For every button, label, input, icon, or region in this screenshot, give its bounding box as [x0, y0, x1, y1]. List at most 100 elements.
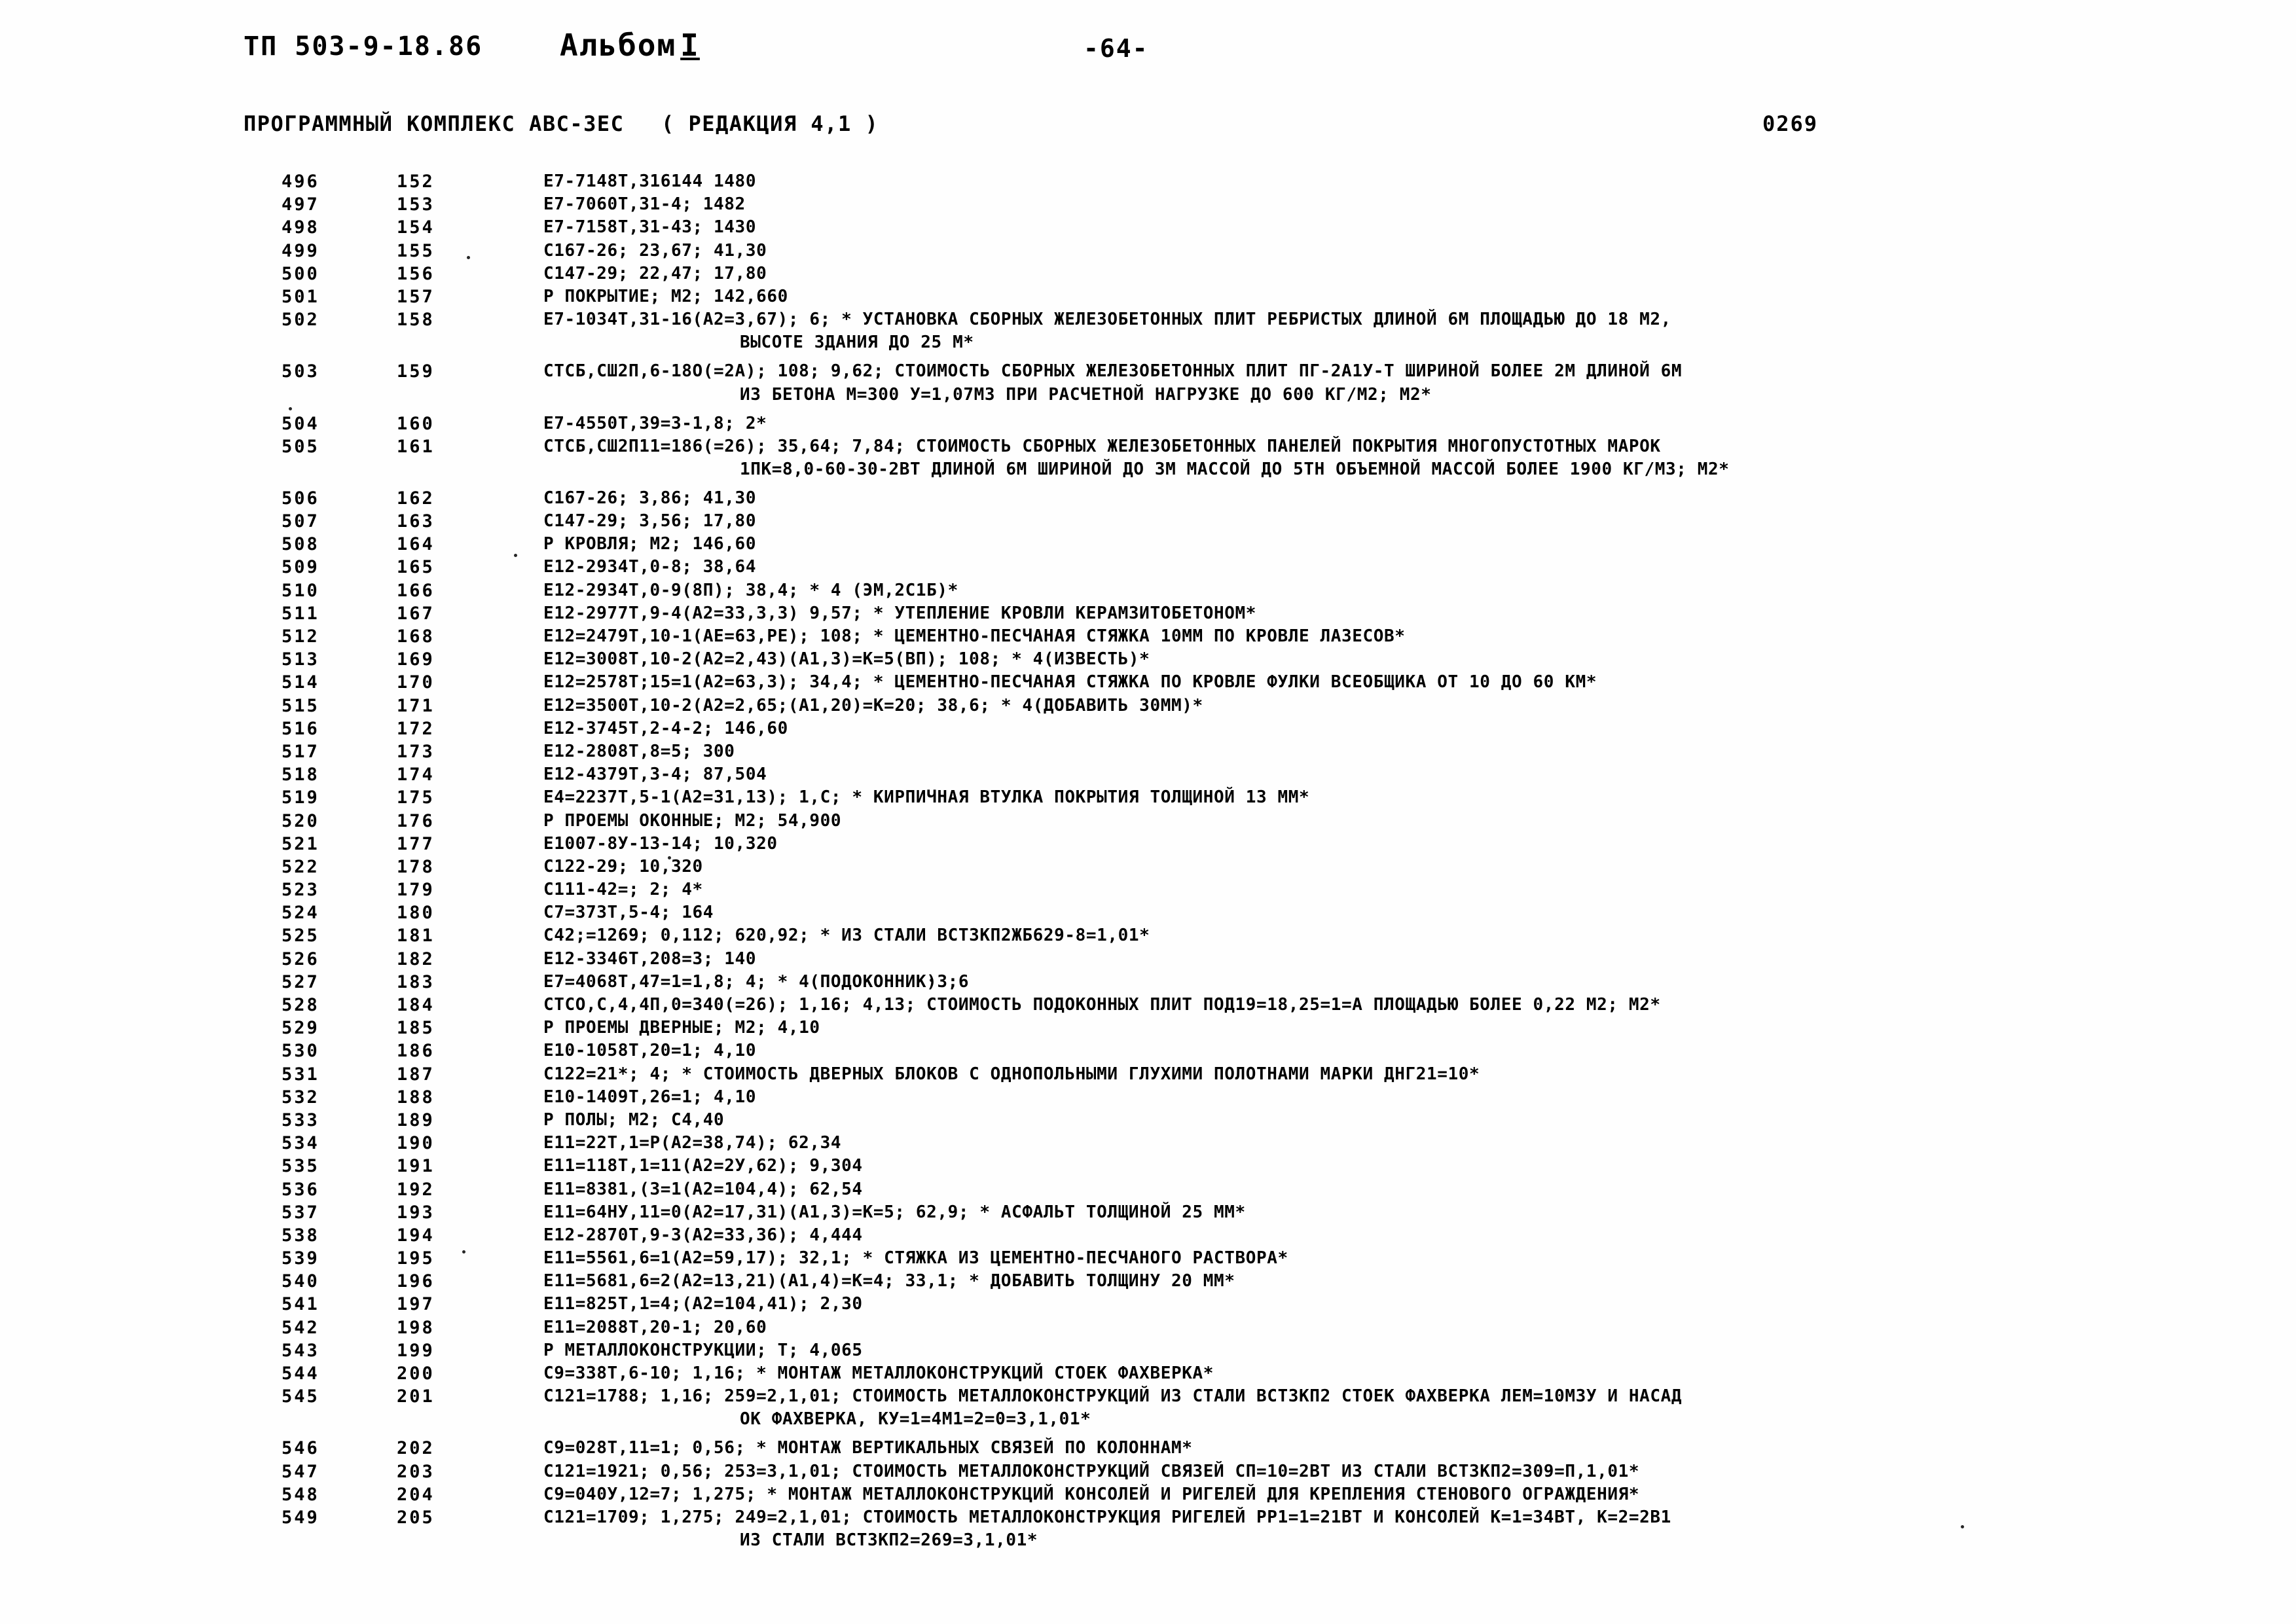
listing-row: 539 195 Е11=5561,6=1(А2=59,17); 32,1; * СТ… — [0, 1248, 2296, 1271]
row-sequence-number: 532 — [282, 1087, 319, 1108]
row-sequence-number: 519 — [282, 787, 319, 808]
listing-row: 516 172 Е12-3745Т,2-4-2; 146,60 — [0, 719, 2296, 742]
row-index-number: 196 — [397, 1271, 435, 1292]
row-index-number: 164 — [397, 534, 435, 555]
row-sequence-number: 515 — [282, 695, 319, 716]
page-header-top: ТП 503-9-18.86 Альбом I -64- — [0, 27, 2296, 77]
row-index-number: 188 — [397, 1087, 435, 1108]
row-resource-text: Р ПРОЕМЫ ОКОННЫЕ; М2; 54,900 — [543, 810, 842, 831]
listing-row: 517 173 Е12-2808Т,8=5; 300 — [0, 742, 2296, 765]
row-sequence-number: 501 — [282, 286, 319, 307]
row-resource-text: Е10-1058Т,20=1; 4,10 — [543, 1041, 757, 1061]
row-index-number: 166 — [397, 580, 435, 601]
listing-row: 515 171 Е12=3500Т,10-2(А2=2,65;(А1,20)=К=2… — [0, 696, 2296, 719]
row-sequence-number: 504 — [282, 413, 319, 434]
scan-speck — [668, 856, 671, 859]
row-resource-text: Е12-2808Т,8=5; 300 — [543, 741, 735, 761]
row-resource-text: С147-29; 3,56; 17,80 — [543, 511, 757, 532]
row-index-number: 194 — [397, 1225, 435, 1246]
row-resource-text: Е7-7060Т,31-4; 1482 — [543, 194, 746, 215]
row-sequence-number: 520 — [282, 810, 319, 831]
row-resource-text: Р КРОВЛЯ; М2; 146,60 — [543, 534, 757, 554]
row-sequence-number: 503 — [282, 361, 319, 382]
row-index-number: 163 — [397, 511, 435, 532]
listing-row: 511 167 Е12-2977Т,9-4(А2=33,3,3) 9,57; * У… — [0, 604, 2296, 626]
row-index-number: 176 — [397, 810, 435, 831]
row-index-number: 202 — [397, 1438, 435, 1459]
row-resource-text: Е7-1034Т,31-16(А2=3,67); 6; * УСТАНОВКА … — [543, 310, 1671, 330]
row-index-number: 170 — [397, 672, 435, 693]
row-index-number: 167 — [397, 603, 435, 624]
row-index-number: 192 — [397, 1179, 435, 1200]
listing-row: 526 182 Е12-3346Т,208=3; 140 — [0, 949, 2296, 972]
row-index-number: 155 — [397, 240, 435, 261]
listing-row: 520 176 Р ПРОЕМЫ ОКОННЫЕ; М2; 54,900 — [0, 811, 2296, 834]
row-resource-text: С121=1921; 0,56; 253=3,1,01; СТОИМОСТЬ М… — [543, 1461, 1640, 1481]
software-complex-title: ПРОГРАММНЫЙ КОМПЛЕКС АВС-3ЕС — [244, 111, 625, 136]
row-resource-text: Е10-1409Т,26=1; 4,10 — [543, 1087, 757, 1107]
listing-row: 536 192 Е11=8381,(3=1(А2=104,4); 62,54 — [0, 1180, 2296, 1202]
listing-row: 544 200 С9=338Т,6-10; 1,16; * МОНТАЖ МЕТАЛ… — [0, 1363, 2296, 1386]
row-sequence-number: 540 — [282, 1271, 319, 1292]
row-sequence-number: 538 — [282, 1225, 319, 1246]
row-index-number: 153 — [397, 194, 435, 215]
row-index-number: 200 — [397, 1363, 435, 1384]
row-index-number: 177 — [397, 833, 435, 854]
row-sequence-number: 549 — [282, 1507, 319, 1528]
row-index-number: 198 — [397, 1317, 435, 1338]
row-resource-text: Е1007-8У-13-14; 10,320 — [543, 833, 778, 854]
row-sequence-number: 536 — [282, 1179, 319, 1200]
listing-row: 510 166 Е12-2934Т,0-9(8П); 38,4; * 4 (ЭМ,2… — [0, 581, 2296, 604]
row-resource-text: С111-42=; 2; 4* — [543, 880, 703, 900]
row-index-number: 189 — [397, 1110, 435, 1130]
row-sequence-number: 502 — [282, 310, 319, 331]
row-sequence-number: 514 — [282, 672, 319, 693]
row-index-number: 187 — [397, 1064, 435, 1085]
page-number: -64- — [1084, 34, 1149, 63]
row-index-number: 161 — [397, 436, 435, 457]
row-resource-text: Р ПРОЕМЫ ДВЕРНЫЕ; М2; 4,10 — [543, 1018, 820, 1038]
row-index-number: 152 — [397, 171, 435, 192]
row-sequence-number: 497 — [282, 194, 319, 215]
row-sequence-number: 521 — [282, 833, 319, 854]
listing-row: ИЗ СТАЛИ ВСТ3КП2=269=3,1,01* — [0, 1530, 2296, 1559]
listing-row: 502 158 Е7-1034Т,31-16(А2=3,67); 6; * УСТА… — [0, 310, 2296, 333]
row-index-number: 172 — [397, 718, 435, 739]
listing-row: 522 178 С122-29; 10,320 — [0, 857, 2296, 880]
album-label: Альбом I — [560, 27, 700, 63]
listing-row: 498 154 Е7-7158Т,31-43; 1430 — [0, 217, 2296, 240]
row-index-number: 190 — [397, 1133, 435, 1154]
row-resource-text: С9=028Т,11=1; 0,56; * МОНТАЖ ВЕРТИКАЛЬНЫ… — [543, 1438, 1193, 1458]
row-sequence-number: 509 — [282, 557, 319, 578]
row-sequence-number: 529 — [282, 1018, 319, 1039]
row-resource-text: Е12=3008Т,10-2(А2=2,43)(А1,3)=К=5(ВП); 1… — [543, 649, 1150, 670]
row-resource-text: С167-26; 3,86; 41,30 — [543, 488, 757, 508]
row-index-number: 181 — [397, 926, 435, 947]
listing-row: 513 169 Е12=3008Т,10-2(А2=2,43)(А1,3)=К=5(… — [0, 649, 2296, 672]
row-sequence-number: 543 — [282, 1340, 319, 1361]
row-resource-text: Е12-2934Т,0-8; 38,64 — [543, 557, 757, 577]
listing-row: 530 186 Е10-1058Т,20=1; 4,10 — [0, 1041, 2296, 1064]
listing-row: 547 203 С121=1921; 0,56; 253=3,1,01; СТОИМ… — [0, 1462, 2296, 1485]
row-resource-text: СТСБ,СШ2П,6-18О(=2А); 108; 9,62; СТОИМОС… — [543, 361, 1683, 382]
row-index-number: 169 — [397, 649, 435, 670]
row-sequence-number: 542 — [282, 1317, 319, 1338]
row-index-number: 203 — [397, 1461, 435, 1482]
row-resource-text: С42;=1269; 0,112; 620,92; * ИЗ СТАЛИ ВСТ… — [543, 926, 1150, 946]
row-sequence-number: 505 — [282, 436, 319, 457]
row-sequence-number: 528 — [282, 995, 319, 1015]
row-sequence-number: 531 — [282, 1064, 319, 1085]
row-sequence-number: 516 — [282, 718, 319, 739]
sheet-code: 0269 — [1762, 111, 1819, 136]
row-resource-text: Е12-3346Т,208=3; 140 — [543, 948, 757, 969]
listing-row: 541 197 Е11=825Т,1=4;(А2=104,41); 2,30 — [0, 1294, 2296, 1317]
row-resource-text: Е12=2479Т,10-1(АЕ=63,РЕ); 108; * ЦЕМЕНТН… — [543, 626, 1406, 646]
row-index-number: 205 — [397, 1507, 435, 1528]
listing-row: 545 201 С121=1788; 1,16; 259=2,1,01; СТОИМ… — [0, 1386, 2296, 1409]
row-sequence-number: 535 — [282, 1156, 319, 1177]
row-sequence-number: 518 — [282, 765, 319, 785]
listing-row: 509 165 Е12-2934Т,0-8; 38,64 — [0, 557, 2296, 580]
listing-row: ИЗ БЕТОНА М=300 У=1,07М3 ПРИ РАСЧЕТНОЙ Н… — [0, 385, 2296, 414]
listing-row: 518 174 Е12-4379Т,3-4; 87,504 — [0, 765, 2296, 787]
row-resource-text: Е7-7158Т,31-43; 1430 — [543, 217, 757, 238]
